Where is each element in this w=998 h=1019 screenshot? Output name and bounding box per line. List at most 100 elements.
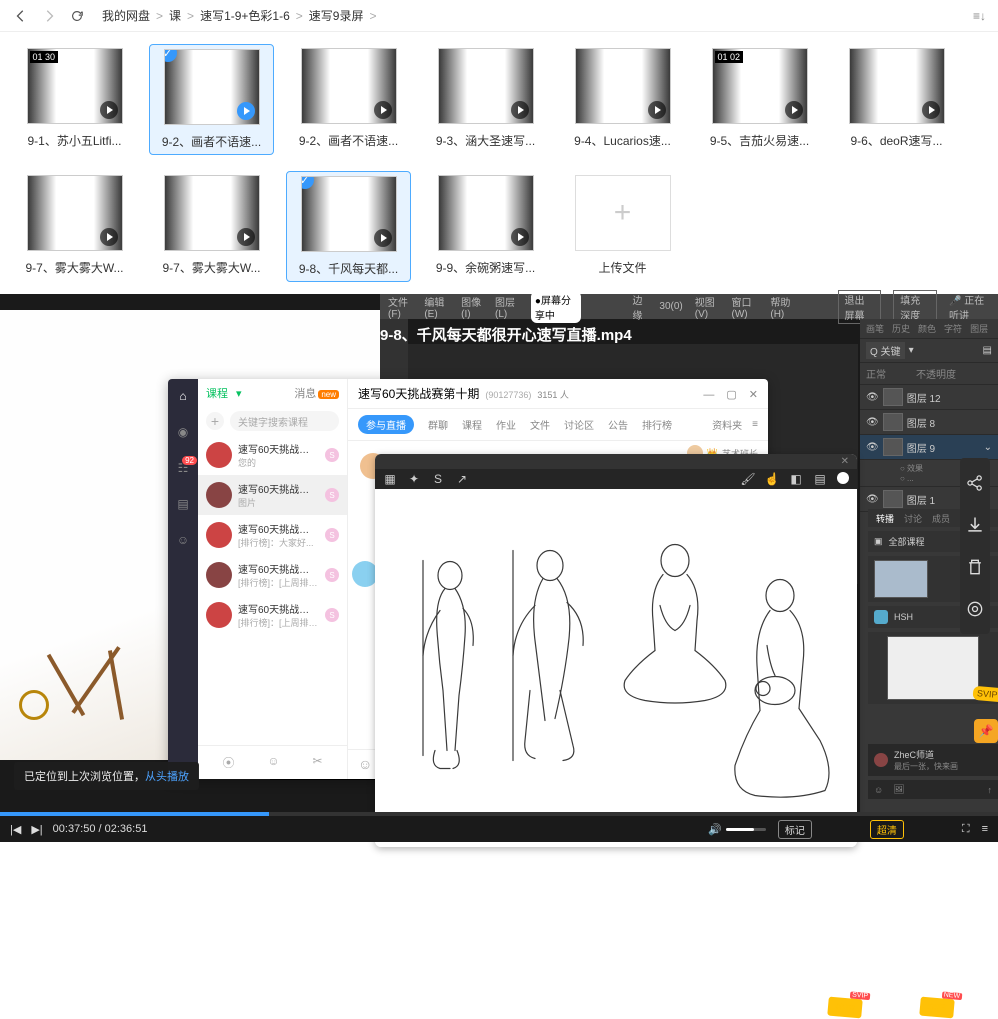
upload-button[interactable]: +上传文件 — [560, 171, 685, 282]
add-icon[interactable]: + — [206, 412, 224, 430]
layers-icon[interactable]: ▤ — [813, 472, 827, 486]
scissors-icon[interactable]: ✂ — [312, 754, 322, 771]
minimize-icon[interactable]: — — [703, 389, 714, 401]
file-item[interactable]: 9-3、涵大圣速写... — [423, 44, 548, 155]
file-thumbnail — [164, 175, 260, 251]
chat-tab[interactable]: 公告 — [608, 417, 628, 432]
chat-tab[interactable]: 作业 — [496, 417, 516, 432]
speed-button[interactable]: 倍速SVIP — [827, 996, 863, 1018]
chat-tab[interactable]: 排行榜 — [642, 417, 672, 432]
chat-tab[interactable]: 文件 — [530, 417, 550, 432]
eraser-icon[interactable]: ◧ — [789, 472, 803, 486]
settings-icon[interactable] — [964, 598, 986, 620]
rtab[interactable]: 转播 — [876, 512, 894, 525]
play-icon[interactable] — [374, 229, 392, 247]
breadcrumb-item[interactable]: 速写1-9+色彩1-6 — [200, 7, 290, 24]
move-icon[interactable]: ↗ — [455, 472, 469, 486]
maximize-icon[interactable]: ▢ — [726, 388, 736, 401]
refresh-button[interactable] — [68, 7, 86, 25]
file-thumbnail — [438, 48, 534, 124]
play-icon[interactable] — [237, 102, 255, 120]
playlist-icon[interactable]: ≡ — [982, 823, 988, 835]
file-item[interactable]: 9-7、雾大雾大W... — [12, 171, 137, 282]
chat-list-item[interactable]: 速写60天挑战赛第...[排行榜]：[上周排行榜] 新群...S — [198, 595, 347, 635]
search-input[interactable]: 关键字搜索课程 — [230, 411, 339, 431]
color-icon[interactable] — [837, 472, 849, 484]
course-icon[interactable]: ☷92 — [174, 459, 192, 477]
file-item[interactable]: 01 029-5、吉茄火易速... — [697, 44, 822, 155]
breadcrumb-item[interactable]: 课 — [169, 7, 181, 24]
smudge-icon[interactable]: ☝ — [765, 472, 779, 486]
play-from-start-link[interactable]: 从头播放 — [145, 771, 189, 783]
chat-tab-live[interactable]: 参与直播 — [358, 415, 414, 434]
close-icon[interactable]: ✕ — [841, 456, 849, 467]
pin-icon[interactable]: 📌 — [974, 719, 998, 743]
rtab[interactable]: 讨论 — [904, 512, 922, 525]
chat-list-item[interactable]: 速写60天挑战赛第十期图片S — [198, 475, 347, 515]
breadcrumb-item[interactable]: 我的网盘 — [102, 7, 150, 24]
me-icon[interactable]: ☺ — [174, 531, 192, 549]
volume-icon[interactable]: 🔊 — [708, 823, 722, 836]
play-icon[interactable] — [922, 101, 940, 119]
chat-list-item[interactable]: 速写60天挑战赛第...[排行榜]：大家好...S — [198, 515, 347, 555]
breadcrumb-sep: > — [296, 9, 303, 23]
forward-button[interactable] — [40, 7, 58, 25]
file-item[interactable]: 9-2、画者不语速... — [286, 44, 411, 155]
play-icon[interactable] — [785, 101, 803, 119]
chat-tab-course[interactable]: 课程 — [206, 385, 228, 401]
breadcrumb-item[interactable]: 速写9录屏 — [309, 7, 364, 24]
gallery-icon[interactable]: ▦ — [383, 472, 397, 486]
chat-tab-message[interactable]: 消息new — [294, 385, 339, 401]
play-icon[interactable] — [648, 101, 666, 119]
sort-icon[interactable]: ≡↓ — [973, 9, 986, 23]
file-item[interactable]: 9-6、deoR速写... — [834, 44, 959, 155]
file-item[interactable]: ✓9-2、画者不语速... — [149, 44, 274, 155]
home-icon[interactable]: ⌂ — [174, 387, 192, 405]
chat-item-title: 速写60天挑战赛第... — [238, 601, 319, 616]
back-button[interactable] — [12, 7, 30, 25]
file-name: 9-7、雾大雾大W... — [162, 259, 260, 276]
file-item[interactable]: 9-7、雾大雾大W... — [149, 171, 274, 282]
file-item[interactable]: 9-9、余碗粥速写... — [423, 171, 548, 282]
schedule-icon[interactable]: ▤ — [174, 495, 192, 513]
emoji-icon[interactable]: ☺ — [358, 756, 372, 773]
chat-tab[interactable]: 课程 — [462, 417, 482, 432]
play-icon[interactable] — [237, 228, 255, 246]
rtab[interactable]: 成员 — [932, 512, 950, 525]
chat-tab-files[interactable]: 资料夹 — [712, 417, 742, 432]
volume-slider[interactable] — [726, 828, 766, 831]
quality-button[interactable]: 超清 — [870, 820, 904, 839]
play-icon[interactable] — [511, 101, 529, 119]
play-icon[interactable] — [100, 228, 118, 246]
chat-item-badge: S — [325, 488, 339, 502]
fullscreen-icon[interactable]: ⛶ — [962, 823, 970, 836]
stats-icon[interactable]: ⦿ — [222, 754, 234, 771]
play-icon[interactable] — [511, 228, 529, 246]
chat-list-item[interactable]: 速写60天挑战赛第...[排行榜]：[上周排行榜] 新群...S — [198, 555, 347, 595]
brush-icon[interactable]: 🖌 — [741, 472, 755, 486]
delete-icon[interactable] — [964, 556, 986, 578]
mark-button[interactable]: 标记 — [778, 820, 812, 839]
chat-item-subtitle: [排行榜]：[上周排行榜] 新群... — [238, 576, 319, 589]
share-icon[interactable] — [964, 472, 986, 494]
play-icon[interactable] — [100, 101, 118, 119]
chat-list-item[interactable]: 速写60天挑战赛第...您的S — [198, 435, 347, 475]
chat-tab[interactable]: 讨论区 — [564, 417, 594, 432]
close-icon[interactable]: ✕ — [749, 388, 758, 401]
chat-tab[interactable]: 群聊 — [428, 417, 448, 432]
subtitle-button[interactable]: 字幕NEW — [919, 996, 955, 1018]
adjust-icon[interactable]: ✦ — [407, 472, 421, 486]
volume-control[interactable]: 🔊 — [708, 823, 766, 836]
file-item[interactable]: ✓9-8、千风每天都... — [286, 171, 411, 282]
prev-icon[interactable]: |◀ — [10, 823, 21, 836]
chat-id: (90127736) — [485, 390, 531, 400]
play-icon[interactable] — [374, 101, 392, 119]
file-item[interactable]: 9-4、Lucarios速... — [560, 44, 685, 155]
file-item[interactable]: 01 309-1、苏小五Litfi... — [12, 44, 137, 155]
select-icon[interactable]: S — [431, 472, 445, 486]
discover-icon[interactable]: ◉ — [174, 423, 192, 441]
emoji-icon[interactable]: ☺ — [267, 754, 279, 771]
svip-tag: SVIP — [973, 686, 998, 702]
download-icon[interactable] — [964, 514, 986, 536]
play-icon[interactable]: ▶| — [31, 823, 42, 836]
